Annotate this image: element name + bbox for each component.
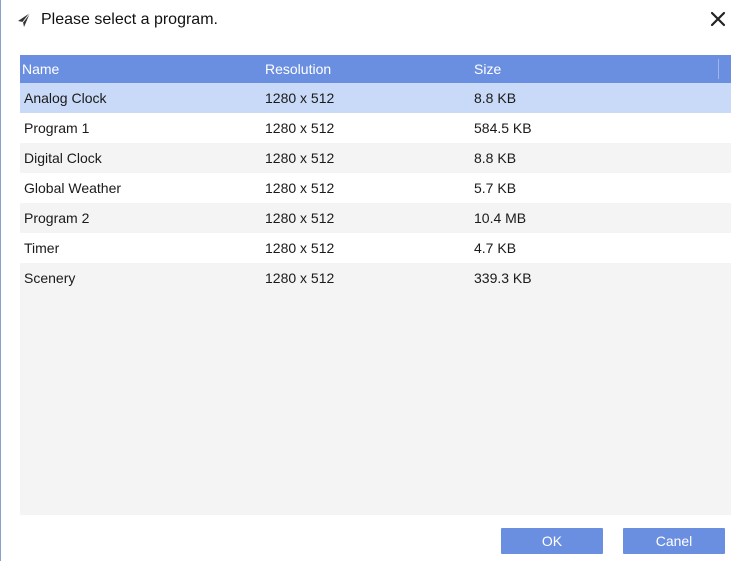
cell-name: Timer [24, 240, 60, 256]
column-divider[interactable] [718, 59, 719, 79]
close-icon[interactable] [707, 8, 729, 30]
cell-resolution: 1280 x 512 [265, 210, 335, 226]
cell-size: 5.7 KB [474, 180, 517, 196]
cell-resolution: 1280 x 512 [265, 120, 335, 136]
cell-size: 10.4 MB [474, 210, 527, 226]
cancel-button[interactable]: Canel [623, 528, 725, 554]
send-arrow-icon [17, 12, 31, 28]
table-row[interactable]: Timer 1280 x 512 4.7 KB [20, 233, 731, 263]
cell-size: 584.5 KB [474, 120, 532, 136]
program-list: Analog Clock 1280 x 512 8.8 KB Program 1 128… [20, 83, 731, 293]
cell-size: 8.8 KB [474, 90, 517, 106]
table-row[interactable]: Scenery 1280 x 512 339.3 KB [20, 263, 731, 293]
program-select-dialog: Please select a program. Name Resolution… [0, 0, 731, 561]
cell-resolution: 1280 x 512 [265, 150, 335, 166]
cell-name: Global Weather [24, 180, 122, 196]
column-header-size[interactable]: Size [474, 55, 501, 83]
cell-resolution: 1280 x 512 [265, 240, 335, 256]
cell-resolution: 1280 x 512 [265, 180, 335, 196]
cell-name: Program 1 [24, 120, 90, 136]
table-header: Name Resolution Size [20, 55, 731, 83]
column-header-resolution[interactable]: Resolution [265, 55, 331, 83]
ok-button[interactable]: OK [501, 528, 603, 554]
column-header-name[interactable]: Name [22, 55, 59, 83]
table-row[interactable]: Program 1 1280 x 512 584.5 KB [20, 113, 731, 143]
cell-size: 8.8 KB [474, 150, 517, 166]
table-row[interactable]: Digital Clock 1280 x 512 8.8 KB [20, 143, 731, 173]
table-row[interactable]: Global Weather 1280 x 512 5.7 KB [20, 173, 731, 203]
cell-name: Scenery [24, 270, 76, 286]
table-row[interactable]: Analog Clock 1280 x 512 8.8 KB [20, 83, 731, 113]
table-row[interactable]: Program 2 1280 x 512 10.4 MB [20, 203, 731, 233]
cell-name: Analog Clock [24, 90, 107, 106]
title-bar: Please select a program. [1, 0, 731, 42]
cell-name: Digital Clock [24, 150, 102, 166]
dialog-title: Please select a program. [41, 11, 218, 28]
program-list-panel: Name Resolution Size Analog Clock 1280 x … [20, 55, 731, 515]
cell-name: Program 2 [24, 210, 90, 226]
cell-resolution: 1280 x 512 [265, 270, 335, 286]
cell-size: 4.7 KB [474, 240, 517, 256]
cell-resolution: 1280 x 512 [265, 90, 335, 106]
cell-size: 339.3 KB [474, 270, 532, 286]
